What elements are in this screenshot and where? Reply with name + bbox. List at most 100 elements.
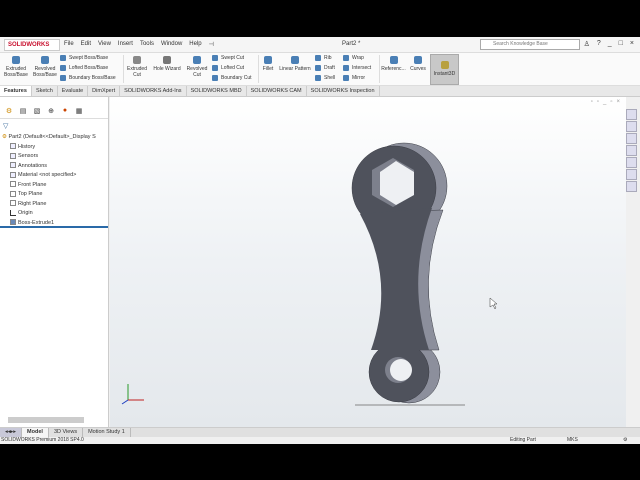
appearances-icon[interactable] <box>626 157 637 168</box>
hole-wizard-button[interactable]: Hole Wizard <box>150 56 184 72</box>
menu-tools[interactable]: Tools <box>140 41 154 48</box>
status-bar: SOLIDWORKS Premium 2018 SP4.0 Editing Pa… <box>0 437 640 444</box>
tab-model[interactable]: Model <box>22 428 49 437</box>
tab-mbd[interactable]: SOLIDWORKS MBD <box>187 86 247 96</box>
configuration-manager-icon[interactable]: ▧ <box>31 107 43 118</box>
version-text: SOLIDWORKS Premium 2018 SP4.0 <box>1 437 84 443</box>
linear-pattern-button[interactable]: Linear Pattern <box>277 56 313 72</box>
search-input[interactable]: Search Knowledge Base <box>480 39 580 50</box>
revolve-icon <box>41 56 49 64</box>
minimize-button[interactable]: _ <box>608 40 612 48</box>
fillet-button[interactable]: Fillet <box>259 56 277 72</box>
tree-root-part[interactable]: ⚙ Part2 (Default<<Default>_Display S <box>0 133 108 143</box>
curves-button[interactable]: Curves <box>407 56 429 72</box>
material-icon <box>10 171 16 178</box>
tree-item-history[interactable]: History <box>0 143 108 153</box>
tab-cam[interactable]: SOLIDWORKS CAM <box>247 86 307 96</box>
tree-item-right-plane[interactable]: Right Plane <box>0 200 108 210</box>
reference-geometry-button[interactable]: Referenc... <box>380 56 407 72</box>
maximize-button[interactable]: □ <box>619 40 623 48</box>
custom-properties-icon[interactable] <box>626 169 637 180</box>
annotations-icon <box>10 162 16 169</box>
tab-motion-study[interactable]: Motion Study 1 <box>83 428 131 437</box>
viewport-window-controls[interactable]: ▫▫_▫× <box>591 99 624 105</box>
tab-inspection[interactable]: SOLIDWORKS Inspection <box>307 86 380 96</box>
intersect-button[interactable]: Intersect <box>343 63 371 73</box>
revolved-boss-button[interactable]: Revolved Boss/Base <box>30 56 60 78</box>
instant3d-icon <box>440 61 449 69</box>
tab-navigation-arrows[interactable]: ◂◂▸▸ <box>0 428 23 437</box>
title-bar: SOLIDWORKS File Edit View Insert Tools W… <box>0 37 640 53</box>
mode-text: Editing Part <box>510 437 536 443</box>
units-selector[interactable]: MKS <box>567 437 578 444</box>
tree-item-material[interactable]: Material <not specified> <box>0 171 108 181</box>
help-icon[interactable]: ? <box>597 40 601 48</box>
tree-item-front-plane[interactable]: Front Plane <box>0 181 108 191</box>
settings-icon[interactable]: ⚙ <box>623 437 627 444</box>
extruded-cut-button[interactable]: Extruded Cut <box>124 56 150 78</box>
menu-file[interactable]: File <box>64 41 74 48</box>
revolved-cut-icon <box>193 56 201 64</box>
hole-wizard-icon <box>163 56 171 64</box>
instant3d-button[interactable]: Instant3D <box>430 54 459 85</box>
menu-help[interactable]: Help <box>189 41 201 48</box>
revolved-cut-button[interactable]: Revolved Cut <box>184 56 210 78</box>
history-icon <box>10 143 16 150</box>
part-model[interactable] <box>110 97 626 428</box>
boundary-boss-button[interactable]: Boundary Boss/Base <box>60 73 116 83</box>
bottom-tabs: ◂◂▸▸ Model 3D Views Motion Study 1 <box>0 427 640 437</box>
linear-pattern-icon <box>291 56 299 64</box>
swept-boss-button[interactable]: Swept Boss/Base <box>60 53 108 63</box>
forum-icon[interactable] <box>626 181 637 192</box>
menu-window[interactable]: Window <box>161 41 182 48</box>
file-explorer-icon[interactable] <box>626 133 637 144</box>
plane-icon <box>10 181 16 188</box>
swept-cut-button[interactable]: Swept Cut <box>212 53 244 63</box>
wrap-button[interactable]: Wrap <box>343 53 364 63</box>
display-manager-icon[interactable]: ● <box>59 107 71 118</box>
reference-geometry-icon <box>389 56 398 64</box>
draft-button[interactable]: Draft <box>315 63 335 73</box>
boundary-cut-button[interactable]: Boundary Cut <box>212 73 252 83</box>
tab-evaluate[interactable]: Evaluate <box>58 86 89 96</box>
feature-manager-tabs: ⚙ ▤ ▧ ⊕ ● ▦ <box>0 107 108 119</box>
menu-insert[interactable]: Insert <box>118 41 133 48</box>
feature-tree-icon[interactable]: ⚙ <box>3 107 15 118</box>
tab-dimxpert[interactable]: DimXpert <box>88 86 121 96</box>
tree-item-origin[interactable]: Origin <box>0 209 108 219</box>
command-tabs: Features Sketch Evaluate DimXpert SOLIDW… <box>0 86 640 97</box>
pin-icon[interactable]: ⊣ <box>209 41 214 48</box>
tree-item-sensors[interactable]: Sensors <box>0 152 108 162</box>
tab-sketch[interactable]: Sketch <box>32 86 58 96</box>
menu-view[interactable]: View <box>98 41 111 48</box>
close-button[interactable]: × <box>630 40 634 48</box>
user-icon[interactable]: ♙ <box>584 40 590 48</box>
filter-icon[interactable]: ▽ <box>3 122 8 130</box>
mirror-button[interactable]: Mirror <box>343 73 365 83</box>
dimxpert-icon[interactable]: ⊕ <box>45 107 57 118</box>
tab-features[interactable]: Features <box>0 86 32 96</box>
design-library-icon[interactable] <box>626 121 637 132</box>
extruded-cut-icon <box>133 56 141 64</box>
property-manager-icon[interactable]: ▤ <box>17 107 29 118</box>
lofted-cut-button[interactable]: Lofted Cut <box>212 63 244 73</box>
horizontal-scrollbar[interactable] <box>8 417 84 423</box>
graphics-area[interactable]: ▫▫_▫× <box>110 97 626 428</box>
tree-item-annotations[interactable]: Annotations <box>0 162 108 172</box>
extruded-boss-button[interactable]: Extruded Boss/Base <box>2 56 30 78</box>
menu-edit[interactable]: Edit <box>81 41 91 48</box>
tab-add-ins[interactable]: SOLIDWORKS Add-Ins <box>120 86 187 96</box>
rib-button[interactable]: Rib <box>315 53 332 63</box>
tree-item-top-plane[interactable]: Top Plane <box>0 190 108 200</box>
cam-icon[interactable]: ▦ <box>73 107 85 118</box>
fillet-icon <box>264 56 272 64</box>
plane-icon <box>10 190 16 197</box>
view-palette-icon[interactable] <box>626 145 637 156</box>
tree-item-boss-extrude1[interactable]: Boss-Extrude1 <box>0 219 108 228</box>
home-icon[interactable] <box>626 109 637 120</box>
tab-3d-views[interactable]: 3D Views <box>49 428 84 437</box>
solidworks-logo[interactable]: SOLIDWORKS <box>4 39 60 51</box>
solidworks-window: SOLIDWORKS File Edit View Insert Tools W… <box>0 37 640 444</box>
shell-button[interactable]: Shell <box>315 73 335 83</box>
lofted-boss-button[interactable]: Lofted Boss/Base <box>60 63 108 73</box>
